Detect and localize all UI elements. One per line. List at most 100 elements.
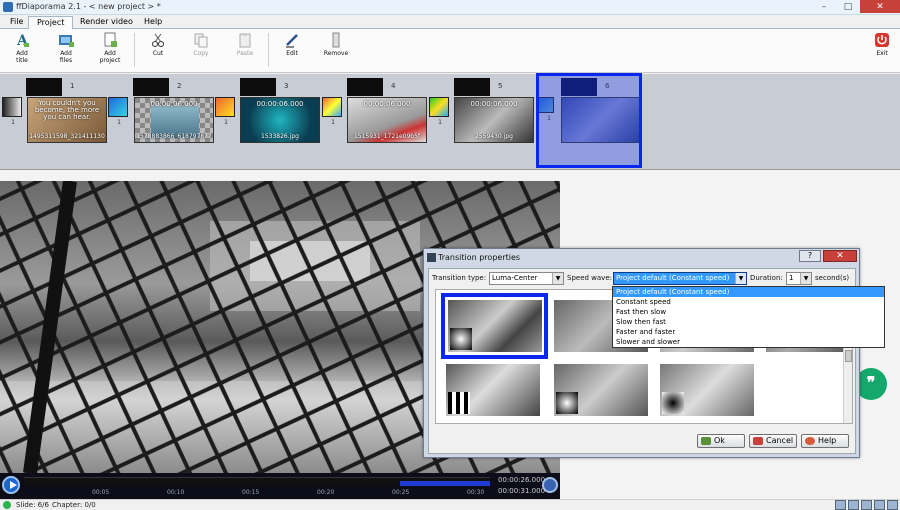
- speed-option[interactable]: Constant speed: [613, 297, 884, 307]
- dialog-title: Transition properties: [438, 253, 521, 262]
- speed-option[interactable]: Project default (Constant speed): [613, 287, 884, 297]
- transition-properties-dialog: Transition properties ? ✕ Transition typ…: [423, 248, 860, 458]
- status-indicator-icon: [3, 501, 11, 509]
- help-button[interactable]: Help: [801, 434, 849, 448]
- play-button[interactable]: [2, 476, 20, 494]
- slide-number: 1: [70, 82, 75, 90]
- cancel-icon: [753, 437, 763, 445]
- dialog-app-icon: [427, 253, 436, 262]
- app-icon: [3, 2, 13, 12]
- tick-label: 00:25: [392, 489, 410, 496]
- copy-icon: [194, 33, 208, 48]
- transition-icon: [322, 97, 342, 117]
- exit-button[interactable]: Exit: [864, 32, 900, 57]
- maximize-icon[interactable]: □: [836, 0, 860, 13]
- transition-type-select[interactable]: Luma-Center ▼: [489, 272, 564, 285]
- speed-option[interactable]: Faster and faster: [613, 327, 884, 337]
- chapter-counter: Chapter: 0/0: [52, 501, 96, 509]
- transition-thumbnail[interactable]: [448, 300, 542, 352]
- power-icon: [875, 33, 889, 47]
- music-track-block[interactable]: [347, 78, 383, 96]
- slide-thumbnail[interactable]: 00:00:06.000 2559430.jpg: [454, 97, 534, 143]
- chevron-down-icon: ▼: [552, 273, 563, 284]
- status-bar: Slide: 6/6 Chapter: 0/0: [0, 499, 900, 510]
- tick-label: 00:20: [317, 489, 335, 496]
- grid-view-icon[interactable]: [848, 500, 859, 510]
- paste-button[interactable]: Paste: [227, 32, 263, 57]
- paste-icon: [239, 33, 251, 48]
- duration-select[interactable]: 1 ▼: [786, 272, 812, 285]
- chevron-down-icon: ▼: [800, 273, 811, 284]
- slide-thumbnail[interactable]: 00:00:06.000 1578883866_618797877: [134, 97, 214, 143]
- transition-icon: [108, 97, 128, 117]
- cancel-button[interactable]: Cancel: [749, 434, 797, 448]
- selected-slide-highlight: [536, 73, 642, 168]
- minimize-icon[interactable]: –: [812, 0, 836, 13]
- menu-bar: File Project Render video Help: [0, 15, 900, 29]
- speed-option[interactable]: Fast then slow: [613, 307, 884, 317]
- speed-wave-dropdown[interactable]: Project default (Constant speed) Constan…: [612, 286, 885, 348]
- tab-file[interactable]: File: [2, 16, 31, 29]
- info-icon[interactable]: [861, 500, 872, 510]
- add-files-icon: [59, 35, 74, 47]
- tab-help[interactable]: Help: [136, 16, 170, 29]
- ok-button[interactable]: Ok: [697, 434, 745, 448]
- transition-slot[interactable]: 1: [215, 97, 237, 133]
- window-controls: – □ ✕: [812, 0, 900, 13]
- check-icon: [701, 437, 711, 445]
- title-bar: ffDiaporama 2.1 - < new project > * – □ …: [0, 0, 900, 15]
- add-project-icon: [104, 32, 117, 47]
- slide-number: 3: [284, 82, 289, 90]
- add-project-button[interactable]: Add project: [92, 32, 128, 64]
- transition-slot[interactable]: 1: [322, 97, 344, 133]
- transition-icon: [2, 97, 22, 117]
- music-track-block[interactable]: [454, 78, 490, 96]
- close-window-icon[interactable]: ✕: [860, 0, 900, 13]
- transition-slot[interactable]: 1: [108, 97, 130, 133]
- fullscreen-button[interactable]: [542, 477, 558, 493]
- transition-thumbnail[interactable]: [554, 364, 648, 416]
- duration-unit: second(s): [815, 274, 850, 282]
- music-track-block[interactable]: [133, 78, 169, 96]
- add-title-button[interactable]: A Add title: [4, 32, 40, 64]
- folder-icon[interactable]: [835, 500, 846, 510]
- slide-thumbnail[interactable]: You couldn't you become, the more you ca…: [27, 97, 107, 143]
- help-icon[interactable]: [887, 500, 898, 510]
- status-bar-icons: [835, 500, 898, 510]
- add-files-button[interactable]: Add files: [48, 32, 84, 64]
- slide-thumbnail[interactable]: 00:00:06.000 1533826.jpg: [240, 97, 320, 143]
- speed-wave-select[interactable]: Project default (Constant speed) ▼: [613, 272, 747, 285]
- transition-slot[interactable]: 1: [429, 97, 451, 133]
- timeline[interactable]: 1 2 3 4 5 6 1 You couldn't you become, t…: [0, 74, 900, 170]
- music-track-block[interactable]: [26, 78, 62, 96]
- chevron-down-icon: ▼: [735, 273, 746, 284]
- transition-slot[interactable]: 1: [2, 97, 24, 133]
- slide-thumbnail[interactable]: 00:00:06.000 1515931_1721e09b5f: [347, 97, 427, 143]
- music-track-block[interactable]: [240, 78, 276, 96]
- lifebuoy-icon: [805, 437, 815, 445]
- ribbon-toolbar: A Add title Add files Add project Cut Co…: [0, 29, 900, 73]
- tick-label: 00:30: [467, 489, 485, 496]
- remove-button[interactable]: Remove: [318, 32, 354, 57]
- slide-counter: Slide: 6/6: [16, 501, 49, 509]
- remove-icon: [332, 32, 340, 48]
- transition-thumbnail[interactable]: [660, 364, 754, 416]
- dialog-close-icon[interactable]: ✕: [823, 250, 857, 262]
- duration-label: Duration:: [750, 274, 783, 282]
- edit-button[interactable]: Edit: [274, 32, 310, 57]
- tab-render-video[interactable]: Render video: [72, 16, 141, 29]
- speed-option[interactable]: Slower and slower: [613, 337, 884, 347]
- dialog-help-icon[interactable]: ?: [799, 250, 821, 262]
- cut-button[interactable]: Cut: [140, 32, 176, 57]
- tick-label: 00:15: [242, 489, 260, 496]
- speed-option[interactable]: Slow then fast: [613, 317, 884, 327]
- timeline-header: 1 2 3 4 5 6: [0, 76, 900, 96]
- tab-project[interactable]: Project: [28, 16, 74, 29]
- slide-number: 2: [177, 82, 182, 90]
- settings-icon[interactable]: [874, 500, 885, 510]
- copy-button[interactable]: Copy: [183, 32, 219, 57]
- pencil-icon: [286, 34, 298, 48]
- timeline-scrubber[interactable]: [24, 477, 490, 486]
- transition-thumbnail[interactable]: [446, 364, 540, 416]
- scissors-icon: [152, 33, 164, 47]
